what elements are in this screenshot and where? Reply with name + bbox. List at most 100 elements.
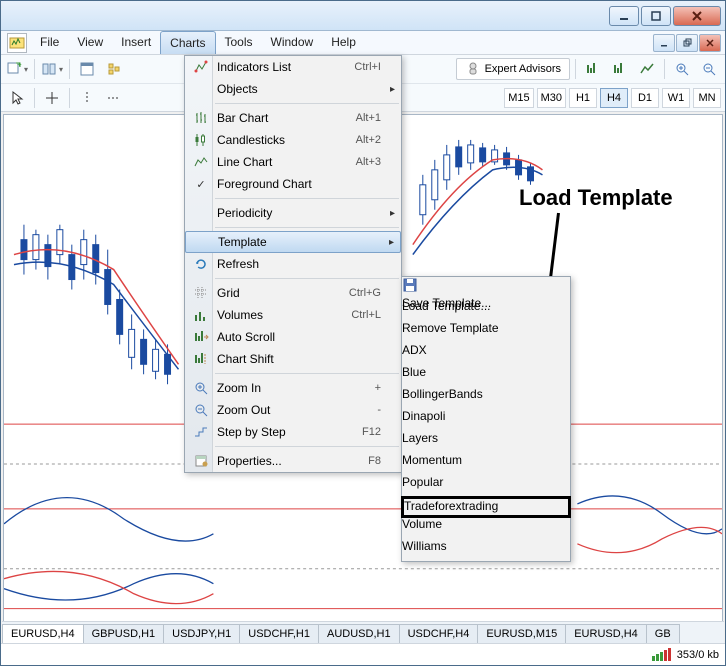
window-maximize-button[interactable] bbox=[641, 6, 671, 26]
menu-item-indicators-list[interactable]: Indicators ListCtrl+I bbox=[185, 56, 401, 78]
new-chart-button[interactable]: + bbox=[5, 58, 29, 80]
barchart-icon bbox=[189, 110, 213, 126]
hline-button[interactable] bbox=[102, 87, 126, 109]
tf-m30[interactable]: M30 bbox=[537, 88, 566, 108]
menu-item-label: Periodicity bbox=[213, 206, 381, 220]
menu-item-objects[interactable]: Objects bbox=[185, 78, 401, 100]
menu-item-step-by-step[interactable]: Step by StepF12 bbox=[185, 421, 401, 443]
menu-item-label: Candlesticks bbox=[213, 133, 356, 147]
candlestick-icon bbox=[189, 132, 213, 148]
window-close-button[interactable] bbox=[673, 6, 721, 26]
menu-item-zoom-out[interactable]: Zoom Out- bbox=[185, 399, 401, 421]
template-blue[interactable]: Blue bbox=[402, 365, 570, 387]
template-label: Volume bbox=[402, 517, 570, 531]
menu-item-grid[interactable]: GridCtrl+G bbox=[185, 282, 401, 304]
line-chart-button[interactable] bbox=[635, 58, 659, 80]
tab-strip: EURUSD,H4GBPUSD,H1USDJPY,H1USDCHF,H1AUDU… bbox=[2, 621, 724, 643]
check bbox=[189, 177, 213, 191]
navigator-button[interactable] bbox=[102, 58, 126, 80]
chart-tab[interactable]: GBPUSD,H1 bbox=[83, 624, 165, 643]
menu-item-shortcut: Ctrl+I bbox=[354, 61, 381, 73]
mdi-minimize-button[interactable] bbox=[653, 34, 675, 52]
indicator2-button[interactable] bbox=[608, 58, 632, 80]
menu-item-label: Zoom In bbox=[213, 381, 375, 395]
vline-button[interactable] bbox=[75, 87, 99, 109]
menu-charts[interactable]: Charts bbox=[160, 31, 215, 54]
connection-text: 353/0 kb bbox=[677, 649, 719, 661]
template-popular[interactable]: Popular bbox=[402, 475, 570, 497]
expert-advisors-button[interactable]: Expert Advisors bbox=[456, 58, 570, 80]
menu-item-foreground-chart[interactable]: Foreground Chart bbox=[185, 173, 401, 195]
tf-mn[interactable]: MN bbox=[693, 88, 721, 108]
menu-item-properties-[interactable]: Properties...F8 bbox=[185, 450, 401, 472]
menu-item-periodicity[interactable]: Periodicity bbox=[185, 202, 401, 224]
menu-item-candlesticks[interactable]: CandlesticksAlt+2 bbox=[185, 129, 401, 151]
menu-insert[interactable]: Insert bbox=[112, 31, 160, 54]
template-momentum[interactable]: Momentum bbox=[402, 453, 570, 475]
expert-advisors-label: Expert Advisors bbox=[485, 63, 561, 75]
tf-h1[interactable]: H1 bbox=[569, 88, 597, 108]
mdi-restore-button[interactable] bbox=[676, 34, 698, 52]
submenu-item-label: Remove Template bbox=[402, 321, 570, 335]
mdi-close-button[interactable] bbox=[699, 34, 721, 52]
template-layers[interactable]: Layers bbox=[402, 431, 570, 453]
zoom-out-button[interactable] bbox=[697, 58, 721, 80]
chart-tab[interactable]: EURUSD,H4 bbox=[565, 624, 647, 643]
chart-tab[interactable]: EURUSD,H4 bbox=[2, 624, 84, 643]
menu-item-shortcut: + bbox=[375, 382, 381, 394]
menu-tools[interactable]: Tools bbox=[216, 31, 262, 54]
market-watch-button[interactable] bbox=[75, 58, 99, 80]
template-williams[interactable]: Williams bbox=[402, 539, 570, 561]
chart-tab[interactable]: EURUSD,M15 bbox=[477, 624, 566, 643]
tf-d1[interactable]: D1 bbox=[631, 88, 659, 108]
menu-window[interactable]: Window bbox=[262, 31, 323, 54]
menu-item-line-chart[interactable]: Line ChartAlt+3 bbox=[185, 151, 401, 173]
stepbystep-icon bbox=[189, 424, 213, 440]
menu-item-shortcut: F12 bbox=[362, 426, 381, 438]
menu-item-refresh[interactable]: Refresh bbox=[185, 253, 401, 275]
template-submenu: Save Template...Load Template...Remove T… bbox=[401, 276, 571, 562]
menu-view[interactable]: View bbox=[68, 31, 112, 54]
menu-item-shortcut: F8 bbox=[368, 455, 381, 467]
menu-item-label: Volumes bbox=[213, 308, 351, 322]
chart-tab[interactable]: AUDUSD,H1 bbox=[318, 624, 400, 643]
chart-tab[interactable]: GB bbox=[646, 624, 680, 643]
menu-file[interactable]: File bbox=[31, 31, 68, 54]
template-dinapoli[interactable]: Dinapoli bbox=[402, 409, 570, 431]
menu-help[interactable]: Help bbox=[322, 31, 365, 54]
chart-tab[interactable]: USDJPY,H1 bbox=[163, 624, 240, 643]
window-minimize-button[interactable] bbox=[609, 6, 639, 26]
volumes-icon bbox=[189, 307, 213, 323]
tf-w1[interactable]: W1 bbox=[662, 88, 690, 108]
menu-item-bar-chart[interactable]: Bar ChartAlt+1 bbox=[185, 107, 401, 129]
chart-tab[interactable]: USDCHF,H1 bbox=[239, 624, 319, 643]
template-adx[interactable]: ADX bbox=[402, 343, 570, 365]
chartshift-icon bbox=[189, 351, 213, 367]
profiles-button[interactable] bbox=[40, 58, 64, 80]
template-bollingerbands[interactable]: BollingerBands bbox=[402, 387, 570, 409]
menu-item-auto-scroll[interactable]: Auto Scroll bbox=[185, 326, 401, 348]
menu-item-template[interactable]: Template bbox=[185, 231, 401, 253]
menu-item-chart-shift[interactable]: Chart Shift bbox=[185, 348, 401, 370]
menu-item-shortcut: Alt+1 bbox=[356, 112, 381, 124]
template-tradeforextrading[interactable]: Tradeforextrading bbox=[401, 496, 571, 518]
chart-tab[interactable]: USDCHF,H4 bbox=[399, 624, 479, 643]
menu-item-shortcut: Alt+2 bbox=[356, 134, 381, 146]
submenu-item-save-template-[interactable]: Save Template... bbox=[402, 277, 570, 299]
menu-item-label: Bar Chart bbox=[213, 111, 356, 125]
menu-item-label: Zoom Out bbox=[213, 403, 377, 417]
svg-text:+: + bbox=[17, 61, 22, 69]
zoom-in-button[interactable] bbox=[670, 58, 694, 80]
cursor-button[interactable] bbox=[5, 87, 29, 109]
menu-item-zoom-in[interactable]: Zoom In+ bbox=[185, 377, 401, 399]
tf-m15[interactable]: M15 bbox=[504, 88, 533, 108]
submenu-item-remove-template[interactable]: Remove Template bbox=[402, 321, 570, 343]
crosshair-button[interactable] bbox=[40, 87, 64, 109]
template-volume[interactable]: Volume bbox=[402, 517, 570, 539]
menu-item-label: Foreground Chart bbox=[213, 177, 381, 191]
template-label: Williams bbox=[402, 539, 570, 553]
submenu-item-load-template-[interactable]: Load Template... bbox=[402, 299, 570, 321]
menu-item-volumes[interactable]: VolumesCtrl+L bbox=[185, 304, 401, 326]
indicator1-button[interactable] bbox=[581, 58, 605, 80]
tf-h4[interactable]: H4 bbox=[600, 88, 628, 108]
